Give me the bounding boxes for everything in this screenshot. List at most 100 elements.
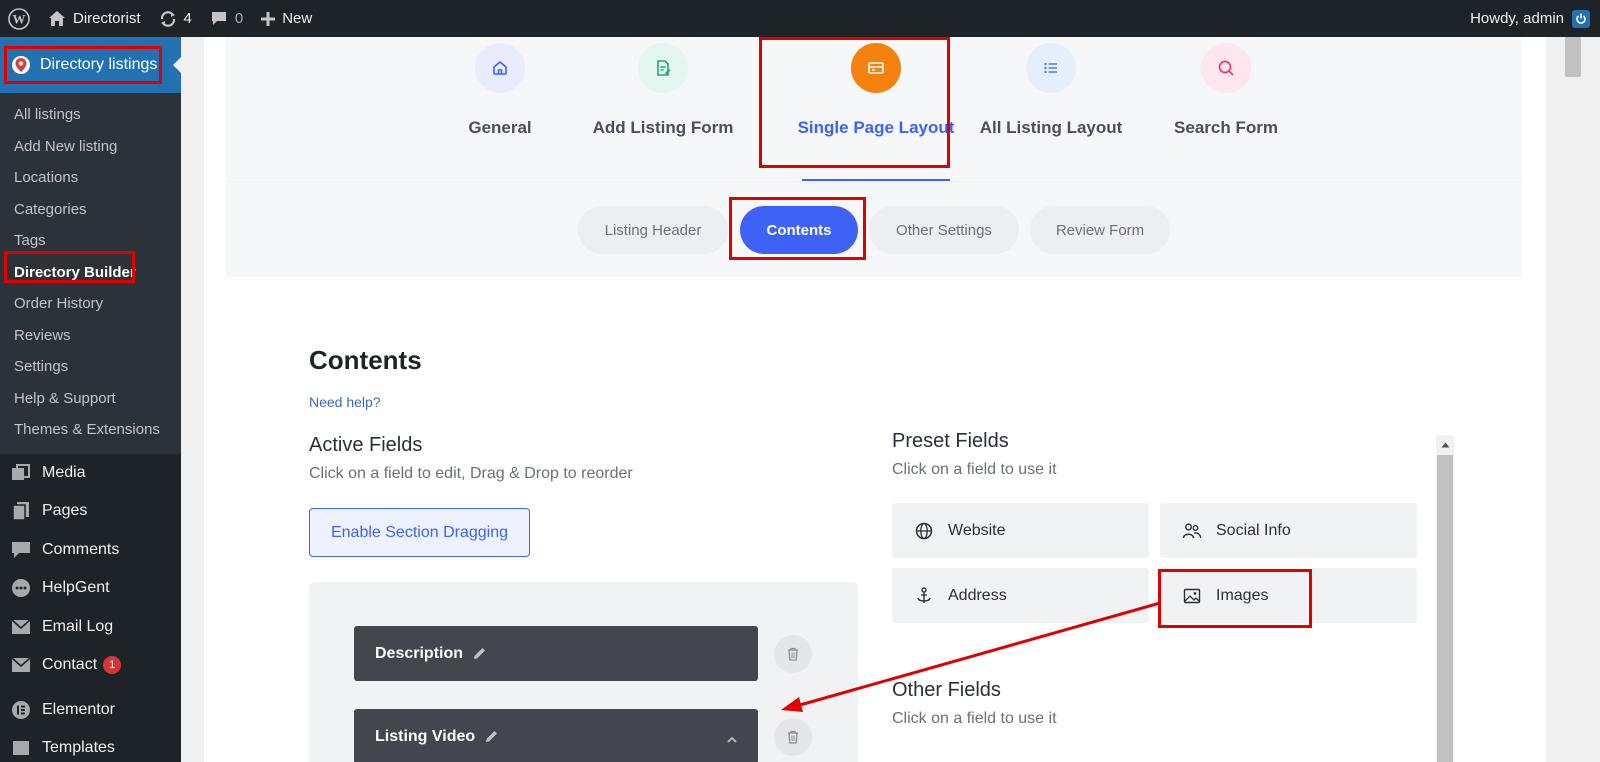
tab-general-label: General xyxy=(468,118,532,137)
menu-helpgent[interactable]: HelpGent xyxy=(0,569,181,608)
menu-elementor-label: Elementor xyxy=(42,700,115,718)
preset-field-images[interactable]: Images xyxy=(1160,568,1417,623)
globe-icon xyxy=(914,521,934,541)
menu-media-label: Media xyxy=(42,463,86,481)
submenu-all-listings[interactable]: All listings xyxy=(0,99,181,131)
menu-media[interactable]: Media xyxy=(0,454,181,493)
pages-icon xyxy=(10,500,32,522)
power-icon[interactable] xyxy=(1572,9,1590,28)
submenu-locations[interactable]: Locations xyxy=(0,162,181,194)
tab-search-form-label: Search Form xyxy=(1174,118,1278,137)
current-menu-arrow xyxy=(173,57,181,73)
preset-field-social-info[interactable]: Social Info xyxy=(1160,503,1417,558)
menu-directory-listings-label: Directory listings xyxy=(40,56,158,73)
directory-submenu: All listings Add New listing Locations C… xyxy=(0,93,181,454)
tab-general[interactable]: General xyxy=(430,37,570,181)
admin-bar: W Directorist 4 0 New Howdy, admin xyxy=(0,0,1600,37)
scroll-up-arrow-icon[interactable] xyxy=(1436,435,1454,455)
menu-contact[interactable]: Contact 1 xyxy=(0,646,181,685)
tab-all-listing-layout-label: All Listing Layout xyxy=(979,118,1123,137)
submenu-help-support[interactable]: Help & Support xyxy=(0,383,181,415)
tab-single-page-layout-label: Single Page Layout xyxy=(797,118,955,137)
comments-link[interactable]: 0 xyxy=(201,0,252,37)
submenu-reviews[interactable]: Reviews xyxy=(0,320,181,352)
list-icon xyxy=(1026,43,1076,93)
search-icon xyxy=(1201,43,1251,93)
contact-count-badge: 1 xyxy=(103,656,122,675)
menu-elementor[interactable]: Elementor xyxy=(0,691,181,730)
menu-pages[interactable]: Pages xyxy=(0,492,181,531)
pill-listing-header[interactable]: Listing Header xyxy=(578,206,728,254)
builder-top-nav: General Add Listing Form Single Page Lay… xyxy=(226,37,1522,181)
card-icon xyxy=(851,43,901,93)
updates-icon xyxy=(160,10,175,27)
enable-section-dragging-button[interactable]: Enable Section Dragging xyxy=(309,508,530,557)
menu-contact-label: Contact xyxy=(42,656,98,674)
other-fields-subtitle: Click on a field to use it xyxy=(892,710,1057,727)
trash-icon[interactable] xyxy=(774,718,812,756)
pill-contents[interactable]: Contents xyxy=(740,206,858,254)
contact-icon xyxy=(10,654,32,676)
scrollbar-thumb[interactable] xyxy=(1437,455,1453,762)
submenu-tags[interactable]: Tags xyxy=(0,225,181,257)
howdy-account-link[interactable]: Howdy, admin xyxy=(1470,10,1564,27)
menu-comments[interactable]: Comments xyxy=(0,531,181,570)
trash-icon[interactable] xyxy=(774,635,812,673)
menu-email-log[interactable]: Email Log xyxy=(0,608,181,647)
new-label: New xyxy=(282,10,313,27)
new-content-link[interactable]: New xyxy=(252,0,321,37)
chevron-up-icon[interactable] xyxy=(726,731,738,749)
active-field-description[interactable]: Description xyxy=(354,626,758,681)
preset-fields-subtitle: Click on a field to use it xyxy=(892,461,1057,478)
tab-all-listing-layout[interactable]: All Listing Layout xyxy=(976,37,1126,181)
menu-directory-listings[interactable]: Directory listings xyxy=(0,37,181,93)
tab-add-listing-form[interactable]: Add Listing Form xyxy=(578,37,748,181)
menu-templates[interactable]: Templates xyxy=(0,729,181,762)
media-icon xyxy=(10,462,32,484)
tab-add-listing-form-label: Add Listing Form xyxy=(592,118,734,137)
builder-sub-nav: Listing Header Contents Other Settings R… xyxy=(226,181,1522,277)
home-icon xyxy=(49,11,65,26)
preset-fields-scrollbar[interactable] xyxy=(1436,435,1454,762)
preset-field-label: Website xyxy=(948,521,1006,539)
pill-review-form[interactable]: Review Form xyxy=(1030,206,1170,254)
pill-other-settings[interactable]: Other Settings xyxy=(869,206,1019,254)
submenu-add-new-listing[interactable]: Add New listing xyxy=(0,131,181,163)
active-field-listing-video[interactable]: Listing Video xyxy=(354,709,758,762)
active-fields-title: Active Fields xyxy=(309,434,423,456)
submenu-categories[interactable]: Categories xyxy=(0,194,181,226)
submenu-settings[interactable]: Settings xyxy=(0,351,181,383)
updates-link[interactable]: 4 xyxy=(150,0,201,37)
preset-field-label: Address xyxy=(948,586,1007,604)
submenu-order-history[interactable]: Order History xyxy=(0,288,181,320)
tab-search-form[interactable]: Search Form xyxy=(1156,37,1296,181)
submenu-directory-builder[interactable]: Directory Builder xyxy=(0,257,181,289)
anchor-icon xyxy=(914,586,934,606)
need-help-link[interactable]: Need help? xyxy=(309,394,381,410)
comments-count: 0 xyxy=(234,10,244,27)
page-scrollbar-thumb[interactable] xyxy=(1565,37,1581,77)
submenu-themes-extensions[interactable]: Themes & Extensions xyxy=(0,414,181,446)
preset-field-label: Social Info xyxy=(1216,521,1291,539)
pencil-icon[interactable] xyxy=(484,729,499,744)
preset-field-website[interactable]: Website xyxy=(892,503,1149,558)
comment-bubble-icon xyxy=(211,12,226,25)
pencil-icon[interactable] xyxy=(472,646,487,661)
helpgent-icon xyxy=(10,577,32,599)
menu-pages-label: Pages xyxy=(42,502,88,520)
field-label: Description xyxy=(375,644,464,662)
elementor-icon xyxy=(10,699,32,721)
menu-comments-label: Comments xyxy=(42,540,120,558)
preset-field-address[interactable]: Address xyxy=(892,568,1149,623)
active-fields-subtitle: Click on a field to edit, Drag & Drop to… xyxy=(309,465,633,482)
active-fields-container: Description Listing Video xyxy=(309,582,858,762)
site-name-link[interactable]: Directorist xyxy=(39,0,150,37)
form-icon xyxy=(638,43,688,93)
wordpress-logo-icon[interactable]: W xyxy=(0,0,39,37)
tab-single-page-layout[interactable]: Single Page Layout xyxy=(776,37,976,181)
comments-icon xyxy=(10,539,32,561)
preset-fields-title: Preset Fields xyxy=(892,430,1009,452)
users-icon xyxy=(1182,521,1202,541)
admin-sidebar: Directory listings All listings Add New … xyxy=(0,37,181,762)
home-icon xyxy=(475,43,525,93)
